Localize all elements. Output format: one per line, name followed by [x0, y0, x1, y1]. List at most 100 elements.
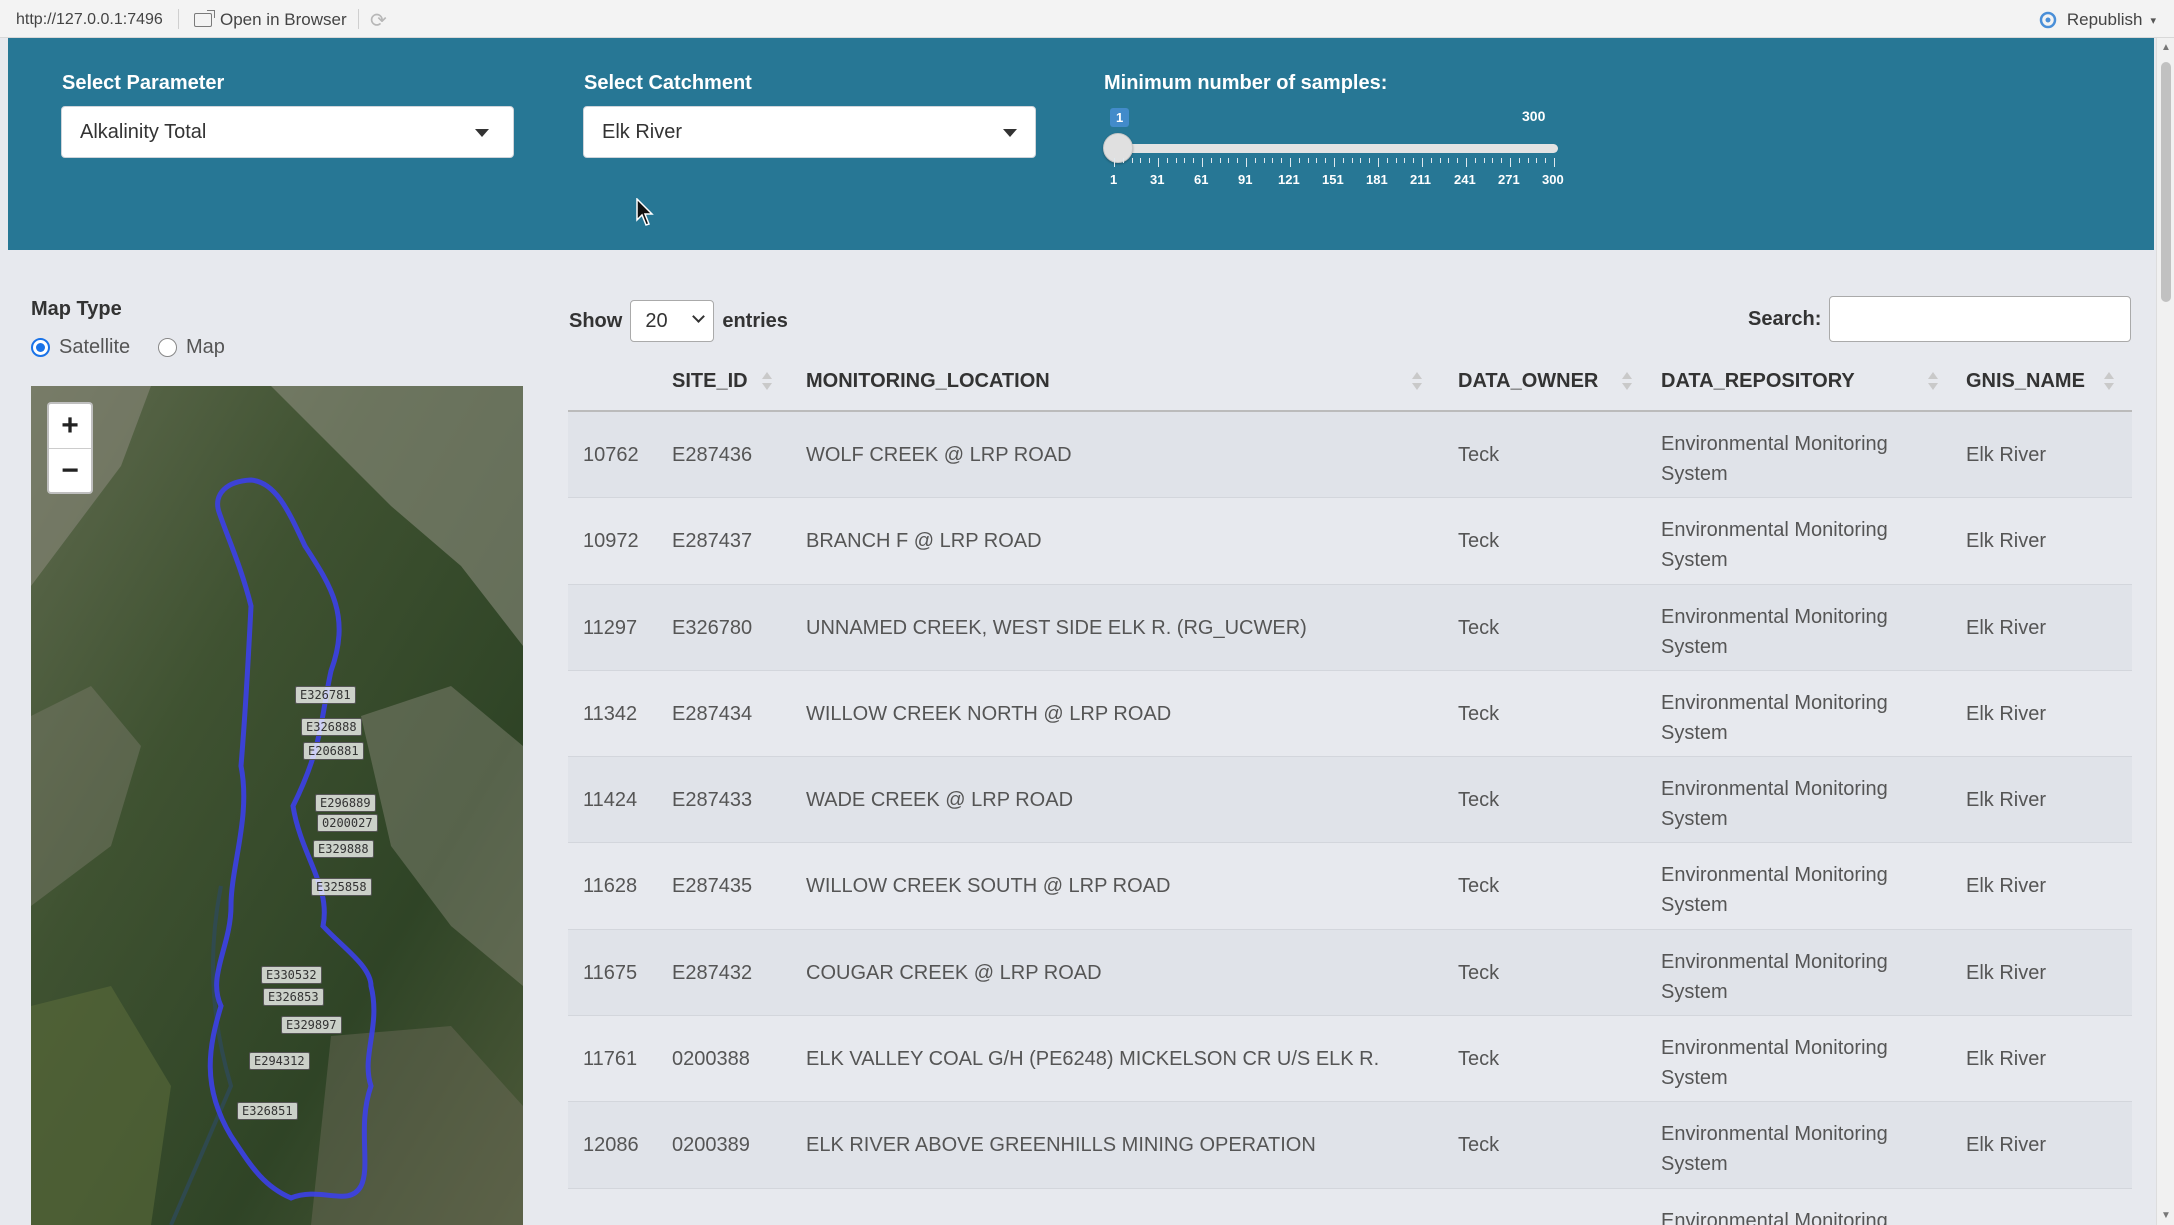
gnis-name-cell: Elk River [1966, 875, 2047, 898]
slider-tick [1510, 158, 1511, 167]
slider-tick [1466, 158, 1467, 167]
sort-icon[interactable] [2104, 372, 2114, 394]
viewer-toolbar: http://127.0.0.1:7496 Open in Browser ⟳ … [0, 0, 2174, 38]
site-marker-label[interactable]: E326888 [301, 718, 362, 736]
dropdown-caret-icon [475, 129, 489, 137]
radio-map-label: Map [186, 336, 225, 358]
slider-tick [1149, 158, 1151, 163]
search-input[interactable] [1829, 296, 2131, 342]
min-samples-label: Minimum number of samples: [1104, 72, 1388, 94]
radio-selected-icon[interactable] [31, 338, 50, 357]
table-row[interactable]: 11761 0200388 ELK VALLEY COAL G/H (PE6248)… [568, 1016, 2132, 1103]
slider-tick [1554, 158, 1555, 167]
scroll-down-arrow-icon[interactable]: ▼ [2161, 1210, 2171, 1221]
parameter-select[interactable]: Alkalinity Total [61, 106, 514, 158]
slider-tick [1334, 158, 1335, 167]
slider-tick [1193, 158, 1195, 163]
monitoring-location-cell: COUGAR CREEK @ LRP ROAD [806, 961, 1102, 984]
samples-slider-track[interactable] [1112, 144, 1558, 153]
chevron-down-icon[interactable]: ▾ [2150, 14, 2156, 27]
site-marker-label[interactable]: E326853 [263, 988, 324, 1006]
site-marker-label[interactable]: E329897 [281, 1016, 342, 1034]
slider-tick [1545, 158, 1547, 163]
page-scrollbar[interactable]: ▲ ▼ [2156, 38, 2174, 1225]
sort-icon[interactable] [762, 372, 772, 394]
republish-button[interactable]: Republish ▾ [2037, 10, 2156, 30]
slider-tick [1378, 158, 1379, 167]
monitoring-location-cell: WILLOW CREEK SOUTH @ LRP ROAD [806, 875, 1171, 898]
site-id-cell: E287433 [672, 789, 753, 812]
site-marker-label[interactable]: E294312 [249, 1052, 310, 1070]
row-index-cell: 11628 [583, 875, 638, 898]
sort-icon[interactable] [1622, 372, 1632, 394]
entries-select[interactable]: 20 [630, 300, 715, 342]
row-index-cell: 12086 [583, 1134, 639, 1157]
slider-tick [1342, 158, 1344, 163]
table-row[interactable]: 12086 0200389 ELK RIVER ABOVE GREENHILLS M… [568, 1102, 2132, 1189]
site-marker-label[interactable]: E296889 [315, 794, 376, 812]
data-repository-cell: Environmental Monitoring System [1661, 691, 1888, 744]
table-row[interactable]: 11424 E287433 WADE CREEK @ LRP ROAD Teck Env… [568, 757, 2132, 844]
column-header-data-owner[interactable]: DATA_OWNER [1458, 370, 1598, 393]
site-marker-label[interactable]: 0200027 [317, 814, 378, 832]
mouse-cursor-icon [636, 198, 654, 226]
data-repository-cell: Environmental Monitoring System [1661, 950, 1888, 1003]
table-row[interactable]: 11297 E326780 UNNAMED CREEK, WEST SIDE ELK… [568, 584, 2132, 671]
parameter-value: Alkalinity Total [80, 121, 207, 143]
monitoring-location-cell: BRANCH F @ LRP ROAD [806, 530, 1042, 553]
site-marker-label[interactable]: E325858 [311, 878, 372, 896]
site-marker-label[interactable]: E206881 [303, 742, 364, 760]
zoom-in-button[interactable]: + [49, 404, 91, 448]
slider-tick [1351, 158, 1353, 163]
table-row[interactable]: 11628 E287435 WILLOW CREEK SOUTH @ LRP ROA… [568, 843, 2132, 930]
refresh-icon[interactable]: ⟳ [370, 8, 387, 33]
table-row[interactable]: 10972 E287437 BRANCH F @ LRP ROAD Teck Envir… [568, 498, 2132, 585]
site-marker-label[interactable]: E330532 [261, 966, 322, 984]
slider-tick [1483, 158, 1485, 163]
radio-map[interactable]: Map [158, 336, 225, 359]
catchment-select[interactable]: Elk River [583, 106, 1036, 158]
slider-tick [1492, 158, 1494, 163]
slider-ticks [1114, 158, 1555, 170]
sort-icon[interactable] [1928, 372, 1938, 394]
row-index-cell: 11342 [583, 702, 638, 725]
column-header-monitoring-location[interactable]: MONITORING_LOCATION [806, 370, 1050, 393]
slider-tick [1536, 158, 1538, 163]
site-id-cell: E287437 [672, 530, 753, 553]
site-id-cell: E287436 [672, 444, 753, 466]
slider-tick [1501, 158, 1503, 163]
slider-tick [1290, 158, 1291, 167]
zoom-out-button[interactable]: − [49, 448, 91, 492]
site-marker-label[interactable]: E326851 [237, 1102, 298, 1120]
slider-tick [1281, 158, 1283, 163]
radio-unselected-icon[interactable] [158, 338, 177, 357]
row-index-cell: 10762 [583, 444, 639, 466]
site-marker-label[interactable]: E329888 [313, 840, 374, 858]
slider-tick [1166, 158, 1168, 163]
slider-tick [1175, 158, 1177, 163]
site-marker-label[interactable]: E326781 [295, 686, 356, 704]
slider-tick [1254, 158, 1256, 163]
table-row[interactable]: 11342 E287434 WILLOW CREEK NORTH @ LRP ROA… [568, 670, 2132, 758]
scrollbar-thumb[interactable] [2161, 62, 2171, 302]
table-row[interactable]: 10762 E287436 WOLF CREEK @ LRP ROAD Teck Env… [568, 412, 2132, 499]
slider-tick [1316, 158, 1318, 163]
slider-tick-label: 300 [1542, 172, 1564, 187]
satellite-map[interactable]: + − E326781 E326888 E206881 E296889 0200… [31, 386, 523, 1225]
column-header-gnis-name[interactable]: GNIS_NAME [1966, 370, 2085, 393]
slider-tick-label: 271 [1498, 172, 1520, 187]
slider-tick [1457, 158, 1459, 163]
column-header-site-id[interactable]: SITE_ID [672, 370, 748, 393]
table-row[interactable]: 11675 E287432 COUGAR CREEK @ LRP ROAD Teck E… [568, 929, 2132, 1017]
table-row[interactable]: Environmental Monitoring [568, 1188, 2132, 1225]
column-header-data-repository[interactable]: DATA_REPOSITORY [1661, 370, 1855, 393]
open-in-browser-button[interactable]: Open in Browser [194, 10, 347, 30]
slider-tick [1219, 158, 1221, 163]
sort-icon[interactable] [1412, 372, 1422, 394]
scroll-up-arrow-icon[interactable]: ▲ [2161, 42, 2171, 53]
slider-tick [1210, 158, 1212, 163]
site-id-cell: E326780 [672, 616, 753, 639]
radio-satellite[interactable]: Satellite [31, 336, 130, 359]
data-repository-cell: Environmental Monitoring [1661, 1209, 1888, 1225]
slider-tick [1527, 158, 1529, 163]
